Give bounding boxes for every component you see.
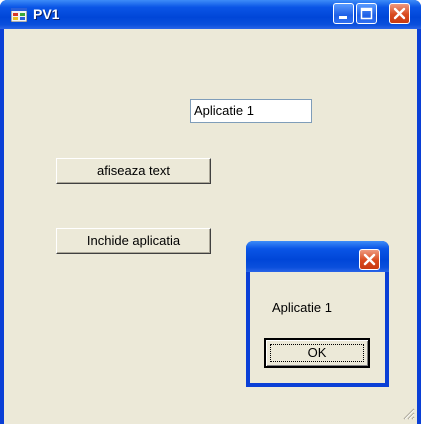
maximize-button[interactable] <box>356 3 377 24</box>
window-title: PV1 <box>33 6 60 22</box>
resize-grip-icon[interactable] <box>401 406 415 420</box>
close-app-button[interactable]: Inchide aplicatia <box>56 228 211 254</box>
app-window-icon[interactable] <box>10 7 28 23</box>
minimize-button[interactable] <box>333 3 354 24</box>
message-box-close-button[interactable] <box>359 249 380 270</box>
close-button[interactable] <box>389 3 410 24</box>
text-input[interactable]: Aplicatie 1 <box>190 99 312 123</box>
title-bar[interactable]: PV1 <box>0 0 421 29</box>
minimize-icon <box>339 16 347 19</box>
show-text-button[interactable]: afiseaza text <box>56 158 211 184</box>
close-icon <box>363 253 376 266</box>
main-window: PV1 Aplicatie 1 afiseaza text Inchide ap… <box>0 0 421 424</box>
message-text: Aplicatie 1 <box>272 300 332 315</box>
ok-button[interactable]: OK <box>264 338 370 368</box>
close-icon <box>393 7 406 20</box>
focus-rectangle <box>270 344 364 362</box>
maximize-icon <box>360 7 373 20</box>
message-box: Aplicatie 1 OK <box>246 241 389 387</box>
